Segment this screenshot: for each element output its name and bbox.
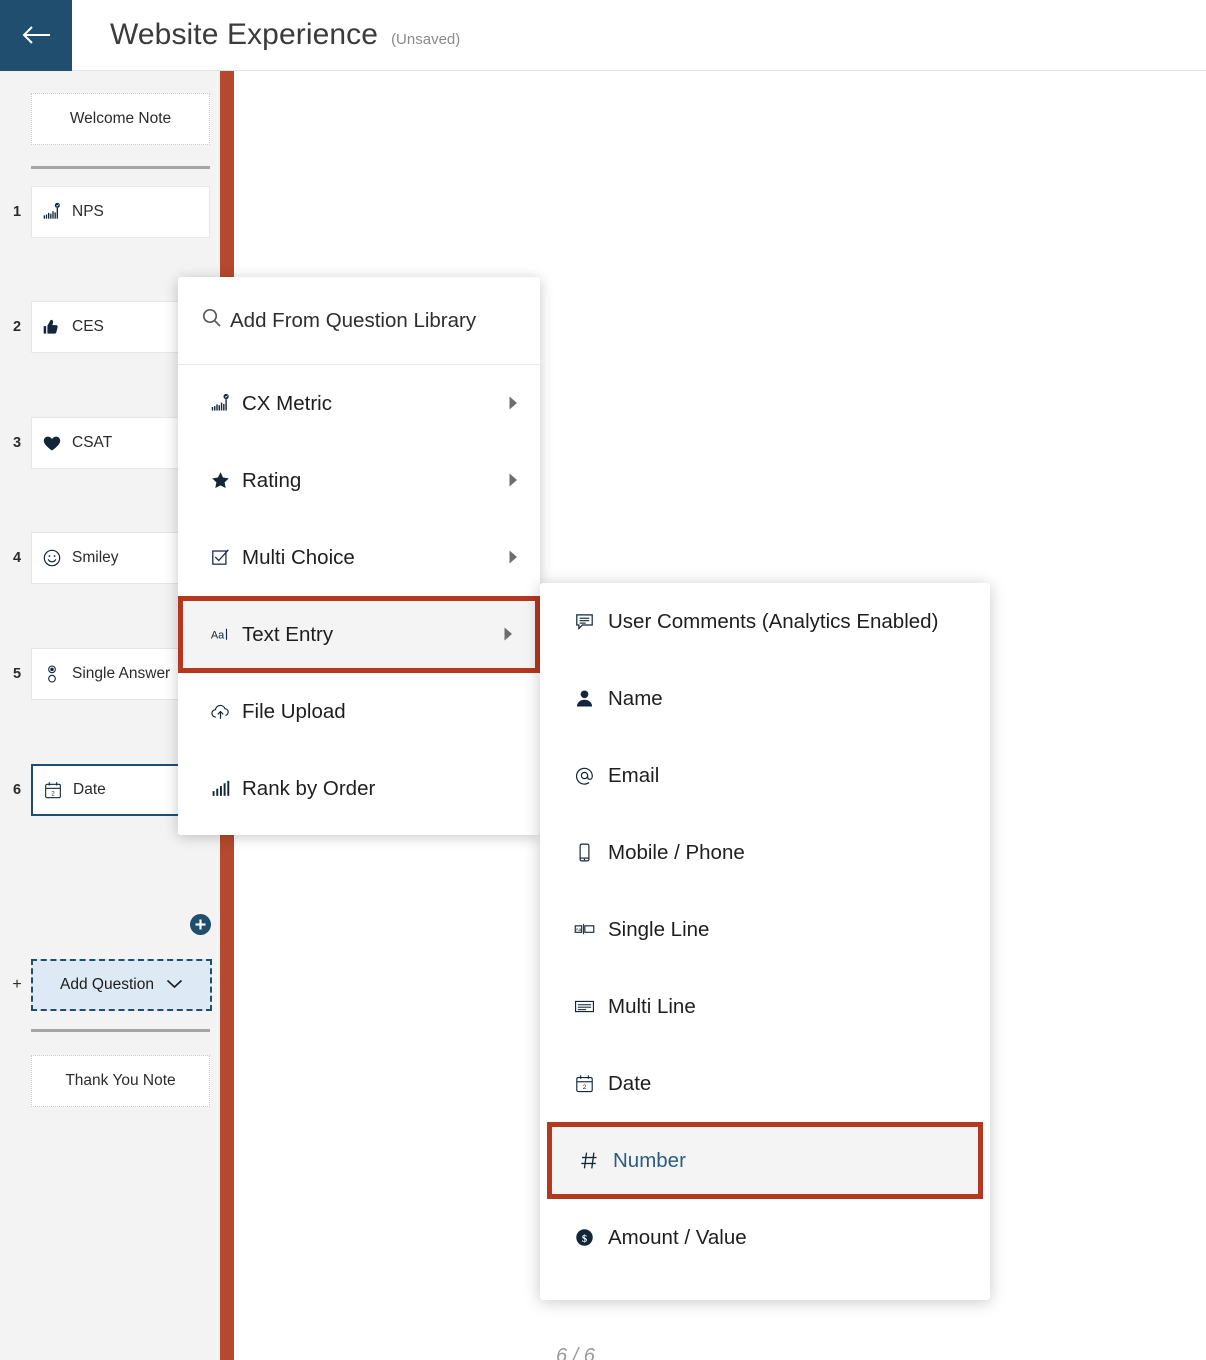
chevron-right-icon — [509, 396, 518, 412]
question-library-search[interactable]: Add From Question Library — [178, 277, 540, 365]
mobile-icon — [574, 842, 608, 863]
save-status: (Unsaved) — [391, 31, 461, 48]
submenu-item-label: Mobile / Phone — [608, 840, 745, 864]
add-question-plus: + — [12, 976, 22, 993]
calendar-icon: 2 — [574, 1073, 608, 1094]
rail-divider-top — [31, 166, 210, 169]
text-entry-submenu: User Comments (Analytics Enabled) Name Ema… — [540, 583, 990, 1300]
menu-item-list: CX Metric Rating Multi Choice Aa Text Entry F… — [178, 365, 540, 827]
calendar-icon: 2 — [33, 780, 73, 800]
multi-line-icon — [574, 996, 608, 1017]
menu-item-label: Rating — [242, 468, 302, 492]
search-icon — [202, 308, 221, 333]
question-number: 5 — [12, 666, 22, 682]
at-sign-icon — [574, 765, 608, 786]
question-card-label: CSAT — [72, 434, 113, 451]
add-question-button[interactable]: Add Question — [31, 959, 212, 1011]
hash-icon — [579, 1150, 613, 1171]
svg-text:$: $ — [582, 1234, 587, 1245]
question-card-label: CES — [72, 318, 104, 335]
submenu-item-user-comments-analytics-enabled[interactable]: User Comments (Analytics Enabled) — [540, 583, 990, 660]
page-title: Website Experience — [110, 18, 379, 51]
radio-button-icon — [32, 664, 72, 684]
question-number: 3 — [12, 435, 22, 451]
submenu-item-multi-line[interactable]: Multi Line — [540, 968, 990, 1045]
menu-item-text-entry[interactable]: Aa Text Entry — [178, 596, 540, 673]
menu-item-cx-metric[interactable]: CX Metric — [178, 365, 540, 442]
question-card-label: Date — [73, 781, 106, 798]
submenu-item-single-line[interactable]: Aa Single Line — [540, 891, 990, 968]
back-button[interactable] — [0, 0, 72, 71]
app-root: Website Experience (Unsaved) 29303156712… — [0, 0, 1206, 1360]
person-icon — [574, 688, 608, 709]
smiley-icon — [32, 548, 72, 568]
submenu-item-label: Date — [608, 1071, 652, 1095]
chevron-right-icon — [504, 627, 513, 643]
svg-text:Aa: Aa — [576, 927, 582, 932]
menu-item-label: Text Entry — [242, 622, 334, 646]
submenu-item-label: Single Line — [608, 917, 710, 941]
chevron-right-icon — [509, 473, 518, 489]
question-card-label: Single Answer — [72, 665, 171, 682]
app-header: Website Experience (Unsaved) — [0, 0, 1206, 71]
chevron-down-icon — [166, 976, 183, 994]
dollar-coin-icon: $ — [574, 1227, 608, 1248]
cx-metric-icon — [32, 202, 72, 222]
question-number: 6 — [12, 782, 22, 798]
submenu-item-label: Amount / Value — [608, 1225, 747, 1249]
submenu-item-list: User Comments (Analytics Enabled) Name Ema… — [540, 583, 990, 1276]
plus-circle-icon[interactable] — [190, 914, 211, 935]
question-row: 1 NPS — [0, 186, 220, 238]
menu-item-multi-choice[interactable]: Multi Choice — [178, 519, 540, 596]
rank-order-icon — [210, 778, 242, 799]
submenu-item-name[interactable]: Name — [540, 660, 990, 737]
chevron-right-icon — [509, 550, 518, 566]
submenu-item-mobile-phone[interactable]: Mobile / Phone — [540, 814, 990, 891]
question-number: 2 — [12, 319, 22, 335]
thumbs-up-icon — [32, 317, 72, 337]
arrow-left-icon — [21, 24, 51, 46]
menu-item-label: Multi Choice — [242, 545, 355, 569]
menu-item-rank-by-order[interactable]: Rank by Order — [178, 750, 540, 827]
question-card-label: Smiley — [72, 549, 119, 566]
single-line-icon: Aa — [574, 919, 608, 940]
menu-item-rating[interactable]: Rating — [178, 442, 540, 519]
title-wrap: Website Experience (Unsaved) — [72, 18, 460, 52]
question-library-label: Add From Question Library — [230, 308, 477, 332]
question-number: 4 — [12, 550, 22, 566]
checkbox-icon — [210, 547, 242, 568]
submenu-item-email[interactable]: Email — [540, 737, 990, 814]
submenu-item-amount-value[interactable]: $ Amount / Value — [540, 1199, 990, 1276]
svg-text:2: 2 — [51, 790, 55, 797]
thank-you-note-card[interactable]: Thank You Note — [31, 1055, 210, 1107]
question-number: 1 — [12, 204, 22, 220]
welcome-note-card[interactable]: Welcome Note — [31, 93, 210, 145]
cloud-upload-icon — [210, 701, 242, 722]
submenu-item-date[interactable]: 2 Date — [540, 1045, 990, 1122]
question-counter: 6 / 6 — [556, 1345, 595, 1360]
submenu-item-label: User Comments (Analytics Enabled) — [608, 609, 939, 633]
question-card-nps[interactable]: NPS — [31, 186, 210, 238]
submenu-item-label: Multi Line — [608, 994, 696, 1018]
submenu-item-label: Name — [608, 686, 663, 710]
heart-icon — [32, 433, 72, 453]
submenu-item-label: Number — [613, 1148, 686, 1172]
menu-item-label: File Upload — [242, 699, 346, 723]
svg-text:Aa: Aa — [211, 629, 225, 641]
menu-item-label: Rank by Order — [242, 776, 376, 800]
star-icon — [210, 470, 242, 491]
submenu-item-label: Email — [608, 763, 660, 787]
question-card-label: NPS — [72, 203, 104, 220]
text-entry-icon: Aa — [210, 624, 242, 645]
menu-item-file-upload[interactable]: File Upload — [178, 673, 540, 750]
comment-icon — [574, 611, 608, 632]
svg-text:2: 2 — [583, 1084, 587, 1091]
add-question-label: Add Question — [60, 976, 154, 993]
add-question-menu: Add From Question Library CX Metric Ratin… — [178, 277, 540, 835]
menu-item-label: CX Metric — [242, 391, 332, 415]
rail-divider-bottom — [31, 1029, 210, 1032]
submenu-item-number[interactable]: Number — [547, 1122, 983, 1199]
cx-metric-icon — [210, 393, 242, 414]
